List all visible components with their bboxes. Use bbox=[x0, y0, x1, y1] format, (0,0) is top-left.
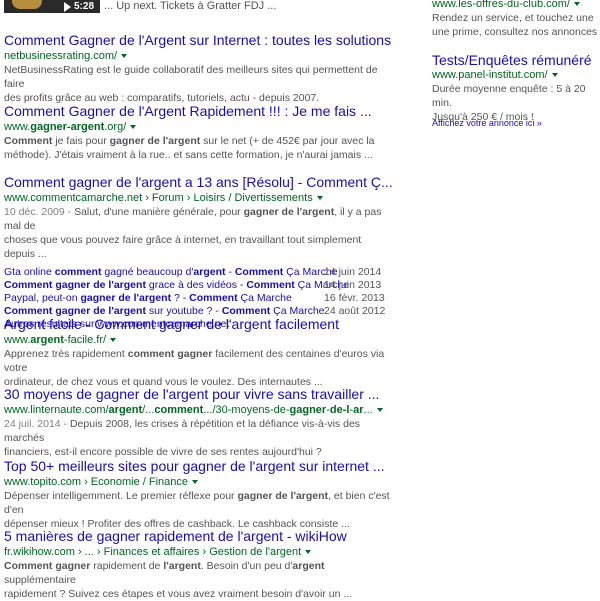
sub-results: Gta online comment gagné beaucoup d'arge… bbox=[4, 266, 394, 318]
ad-url[interactable]: www.panel-institut.com/ bbox=[432, 69, 600, 82]
ad-item: www.les-offres-du-club.com/ Rendez un se… bbox=[432, 0, 600, 39]
result-title[interactable]: Top 50+ meilleurs sites pour gagner de l… bbox=[4, 458, 394, 475]
result-title[interactable]: 5 manières de gagner rapidement de l'arg… bbox=[4, 528, 394, 545]
search-result: Comment gagner de l'argent a 13 ans [Rés… bbox=[4, 174, 394, 331]
url-dropdown-icon[interactable] bbox=[110, 338, 117, 343]
result-url[interactable]: www.commentcamarche.net › Forum › Loisir… bbox=[4, 191, 394, 205]
result-url[interactable]: www.topito.com › Economie / Finance bbox=[4, 475, 394, 489]
search-result: Comment Gagner de l'Argent sur Internet … bbox=[4, 32, 394, 105]
url-dropdown-icon[interactable] bbox=[130, 125, 137, 130]
result-title[interactable]: 30 moyens de gagner de l'argent pour viv… bbox=[4, 386, 394, 403]
show-your-ad-link[interactable]: Affichez votre annonce ici » bbox=[432, 118, 542, 128]
sub-result[interactable]: Paypal, peut-on gagner de l'argent ? - C… bbox=[4, 292, 394, 305]
result-url[interactable]: www.gagner-argent.org/ bbox=[4, 120, 394, 134]
video-thumbnail[interactable]: 5:28 bbox=[4, 0, 100, 13]
thumbnail-image bbox=[12, 0, 42, 9]
url-dropdown-icon[interactable] bbox=[573, 2, 580, 7]
result-title[interactable]: Comment Gagner de l'Argent Rapidement !!… bbox=[4, 103, 394, 120]
url-dropdown-icon[interactable] bbox=[121, 54, 128, 59]
result-url[interactable]: netbusinessrating.com/ bbox=[4, 49, 394, 63]
sub-result[interactable]: Comment gagner de l'argent grace à des v… bbox=[4, 279, 394, 292]
ad-text: Rendez un service, et touchez une une pr… bbox=[432, 12, 598, 38]
video-upnext-text: ... Up next. Tickets à Gratter FDJ ... bbox=[104, 0, 277, 12]
ad-url[interactable]: www.les-offres-du-club.com/ bbox=[432, 0, 600, 11]
play-icon bbox=[64, 2, 71, 12]
result-title[interactable]: Comment Gagner de l'Argent sur Internet … bbox=[4, 32, 394, 49]
result-url[interactable]: www.argent-facile.fr/ bbox=[4, 333, 394, 347]
search-result: 30 moyens de gagner de l'argent pour viv… bbox=[4, 386, 394, 459]
result-snippet: Dépenser intelligemment. Le premier réfl… bbox=[4, 490, 390, 530]
search-result: Argent facile - Comment gagner de l'arge… bbox=[4, 316, 394, 389]
result-title[interactable]: Argent facile - Comment gagner de l'arge… bbox=[4, 316, 394, 333]
search-result: 5 manières de gagner rapidement de l'arg… bbox=[4, 528, 394, 601]
search-result: Comment Gagner de l'Argent Rapidement !!… bbox=[4, 103, 394, 162]
video-duration: 5:28 bbox=[74, 1, 95, 12]
ad-item: Tests/Enquêtes rémunéré www.panel-instit… bbox=[432, 52, 600, 124]
result-title[interactable]: Comment gagner de l'argent a 13 ans [Rés… bbox=[4, 174, 394, 191]
result-snippet: Apprenez très rapidement comment gagner … bbox=[4, 348, 385, 388]
sub-result[interactable]: Gta online comment gagné beaucoup d'arge… bbox=[4, 266, 394, 279]
url-dropdown-icon[interactable] bbox=[305, 550, 312, 555]
result-url[interactable]: www.linternaute.com/argent/...comment...… bbox=[4, 403, 394, 417]
result-url[interactable]: fr.wikihow.com › ... › Finances et affai… bbox=[4, 545, 394, 559]
url-dropdown-icon[interactable] bbox=[376, 408, 383, 413]
result-snippet: 10 déc. 2009 - Salut, d'une manière géné… bbox=[4, 206, 382, 260]
result-snippet: Comment je fais pour gagner de l'argent … bbox=[4, 135, 375, 161]
ad-title[interactable]: Tests/Enquêtes rémunéré bbox=[432, 52, 600, 69]
result-snippet: Comment gagner rapidement de l'argent. B… bbox=[4, 560, 353, 600]
url-dropdown-icon[interactable] bbox=[551, 73, 558, 78]
result-snippet: 24 juil. 2014 - Depuis 2008, les crises … bbox=[4, 418, 361, 458]
result-snippet: NetBusinessRating est le guide collabora… bbox=[4, 64, 378, 104]
search-result: Top 50+ meilleurs sites pour gagner de l… bbox=[4, 458, 394, 531]
url-dropdown-icon[interactable] bbox=[192, 480, 199, 485]
url-dropdown-icon[interactable] bbox=[316, 196, 323, 201]
